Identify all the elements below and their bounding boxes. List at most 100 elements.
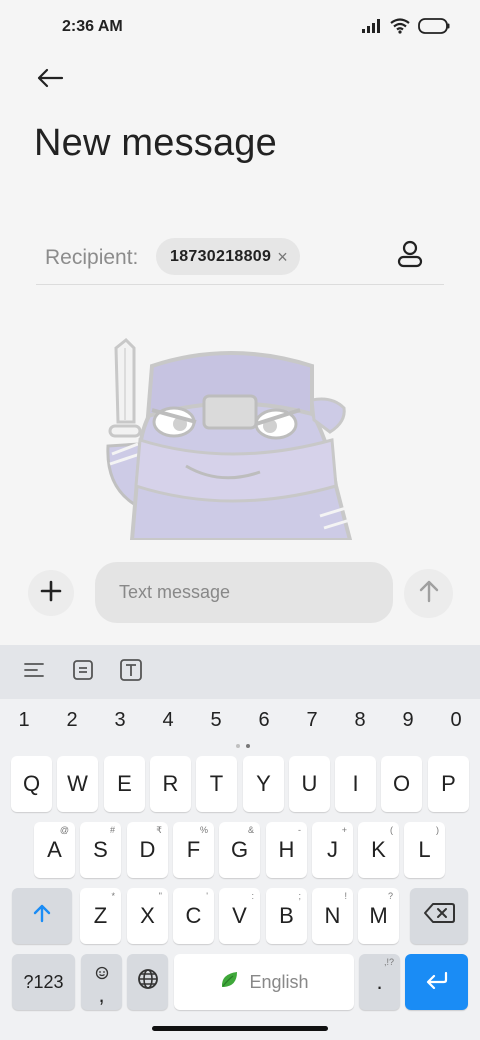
letter-key[interactable]: & G	[219, 822, 260, 878]
key-label: Z	[93, 903, 108, 928]
number-key[interactable]: 9	[384, 709, 432, 732]
letter-key[interactable]: + J	[312, 822, 353, 878]
keyboard-menu-button[interactable]	[20, 658, 48, 686]
key-label: .	[376, 969, 383, 994]
key-label: Y	[256, 771, 271, 796]
key-hint: ₹	[156, 825, 162, 835]
letter-key[interactable]: R	[150, 756, 191, 812]
space-key[interactable]: English	[174, 954, 354, 1010]
key-label: I	[352, 771, 359, 796]
battery-icon	[418, 18, 450, 39]
letter-key[interactable]: * Z	[80, 888, 121, 944]
letter-key[interactable]: ₹ D	[127, 822, 168, 878]
symbols-key[interactable]: ?123	[12, 954, 75, 1010]
letter-key[interactable]: O	[381, 756, 422, 812]
letter-key[interactable]: ; B	[266, 888, 307, 944]
key-label: G	[230, 837, 249, 862]
key-label: T	[209, 771, 224, 796]
number-key[interactable]: 3	[96, 709, 144, 732]
number-key[interactable]: 6	[240, 709, 288, 732]
clipboard-button[interactable]	[69, 658, 97, 686]
chip-close-icon[interactable]: ×	[277, 248, 288, 266]
letter-key[interactable]: (K	[358, 822, 399, 878]
letter-key[interactable]: -H	[266, 822, 307, 878]
language-switch-key[interactable]	[127, 954, 168, 1010]
letter-key[interactable]: E	[104, 756, 145, 812]
signal-icon	[362, 19, 382, 38]
key-label: N	[324, 903, 341, 928]
send-button[interactable]	[404, 569, 453, 618]
key-hint: *	[111, 891, 115, 901]
plus-icon	[40, 580, 62, 607]
key-hint: -	[298, 825, 301, 835]
text-edit-button[interactable]	[117, 658, 145, 686]
letter-key[interactable]: :V	[219, 888, 260, 944]
letter-key[interactable]: ? M	[358, 888, 399, 944]
key-hint: '	[206, 891, 208, 901]
key-hint: &	[247, 825, 254, 835]
key-hint: ?	[387, 891, 393, 901]
add-attachment-button[interactable]	[28, 570, 74, 616]
message-text-input[interactable]	[95, 562, 393, 623]
number-key[interactable]: 5	[192, 709, 240, 732]
number-row: 1 2 3 4 5 6 7 8 9 0	[0, 709, 480, 739]
letter-key[interactable]: @ A	[34, 822, 75, 878]
recipient-chip[interactable]: 18730218809 ×	[156, 238, 300, 275]
number-key[interactable]: 1	[0, 709, 48, 732]
letter-key[interactable]: ' C	[173, 888, 214, 944]
key-label: W	[67, 771, 88, 796]
key-hint: @	[59, 825, 69, 835]
number-key[interactable]: 4	[144, 709, 192, 732]
letter-key[interactable]: % F	[173, 822, 214, 878]
lines-icon	[23, 661, 45, 684]
letter-key[interactable]: Q	[11, 756, 52, 812]
key-label: L	[418, 837, 431, 862]
key-label: R	[162, 771, 179, 796]
period-key[interactable]: ,!?.	[359, 954, 400, 1010]
number-key[interactable]: 7	[288, 709, 336, 732]
letter-key[interactable]: " X	[127, 888, 168, 944]
key-label: S	[93, 837, 108, 862]
arrow-left-icon	[36, 67, 64, 94]
key-label: O	[392, 771, 411, 796]
letter-key[interactable]: U	[289, 756, 330, 812]
number-key[interactable]: 0	[432, 709, 480, 732]
letter-key[interactable]: T	[196, 756, 237, 812]
key-label: E	[117, 771, 132, 796]
enter-key[interactable]	[405, 954, 468, 1010]
wifi-icon	[390, 18, 410, 39]
letter-key[interactable]: P	[428, 756, 469, 812]
backspace-key[interactable]	[410, 888, 468, 944]
letter-key[interactable]: # S	[80, 822, 121, 878]
home-indicator[interactable]	[152, 1026, 328, 1031]
contact-picker-button[interactable]	[392, 238, 428, 274]
number-key[interactable]: 2	[48, 709, 96, 732]
ninja-mascot-illustration	[100, 336, 360, 540]
key-label: C	[185, 903, 202, 928]
compose-bar	[0, 556, 480, 630]
key-label: M	[369, 903, 388, 928]
globe-icon	[137, 968, 159, 996]
arrow-up-icon	[418, 579, 440, 608]
key-label: J	[327, 837, 338, 862]
letter-key[interactable]: Y	[243, 756, 284, 812]
page-indicator	[236, 744, 250, 748]
letter-key[interactable]: ) L	[404, 822, 445, 878]
key-label: U	[301, 771, 318, 796]
text-box-icon	[119, 658, 143, 687]
status-icons	[362, 18, 450, 39]
back-button[interactable]	[30, 62, 70, 98]
shift-key[interactable]	[12, 888, 72, 944]
key-hint: ;	[298, 891, 301, 901]
key-hint: ,!?	[383, 957, 394, 967]
key-label: D	[139, 837, 156, 862]
key-label: X	[140, 903, 155, 928]
letter-key[interactable]: W	[57, 756, 98, 812]
emoji-comma-key[interactable]: ,	[81, 954, 122, 1010]
letter-key[interactable]: I	[335, 756, 376, 812]
number-key[interactable]: 8	[336, 709, 384, 732]
person-icon	[397, 240, 423, 273]
backspace-icon	[423, 902, 455, 930]
clipboard-icon	[72, 659, 94, 686]
letter-key[interactable]: ! N	[312, 888, 353, 944]
